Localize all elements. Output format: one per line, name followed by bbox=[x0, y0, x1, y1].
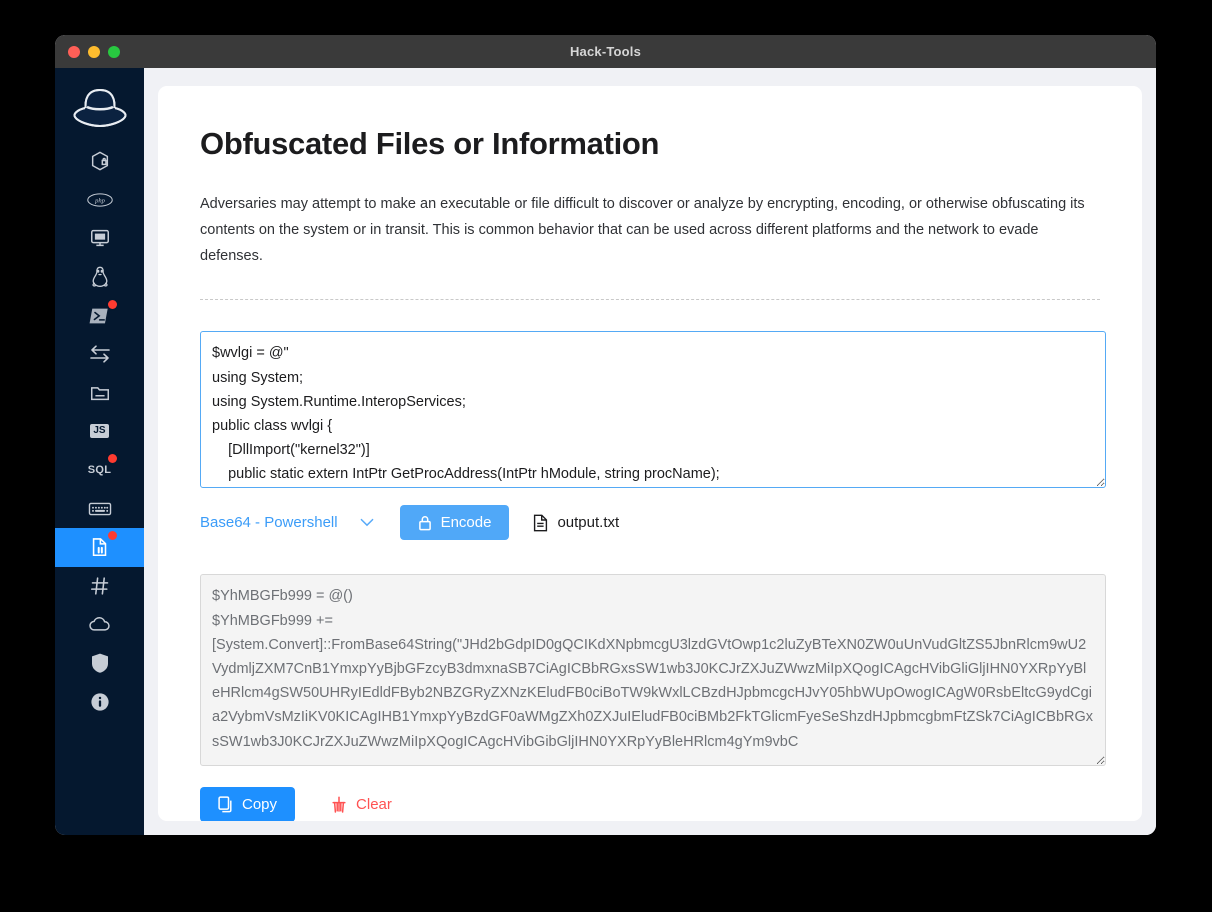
sidebar-item-package[interactable] bbox=[55, 142, 144, 181]
sidebar-item-xss[interactable]: JS bbox=[55, 412, 144, 451]
clear-button[interactable]: Clear bbox=[331, 796, 392, 813]
section-divider bbox=[200, 299, 1100, 301]
copy-icon bbox=[218, 796, 233, 813]
traffic-light-controls bbox=[55, 45, 120, 58]
encode-button-label: Encode bbox=[440, 514, 492, 532]
broom-icon bbox=[331, 796, 347, 814]
content-card: Obfuscated Files or Information Adversar… bbox=[158, 86, 1142, 821]
sidebar-item-sqli[interactable]: SQL bbox=[55, 451, 144, 490]
minimize-window-button[interactable] bbox=[88, 45, 100, 58]
sidebar-item-linux[interactable] bbox=[55, 258, 144, 297]
maximize-window-button[interactable] bbox=[108, 45, 120, 58]
window-title: Hack-Tools bbox=[569, 44, 642, 59]
lock-icon bbox=[418, 515, 432, 531]
output-file-label: output.txt bbox=[557, 514, 620, 532]
folder-icon bbox=[87, 380, 113, 406]
obfuscation-icon bbox=[87, 531, 117, 560]
sidebar-item-encoding[interactable] bbox=[55, 489, 144, 528]
shield-icon bbox=[87, 650, 113, 676]
encode-controls-row: Base64 - Powershell Encode output.txt bbox=[200, 505, 1100, 541]
sidebar-item-rce[interactable] bbox=[55, 219, 144, 258]
payload-input-textarea[interactable] bbox=[200, 331, 1106, 489]
copy-button[interactable]: Copy bbox=[200, 787, 296, 821]
info-icon bbox=[87, 689, 113, 715]
page-description: Adversaries may attempt to make an execu… bbox=[200, 196, 1085, 264]
hash-icon bbox=[87, 573, 113, 599]
monitor-icon bbox=[87, 225, 113, 251]
notification-badge bbox=[107, 454, 117, 464]
sidebar-item-shield[interactable] bbox=[55, 644, 144, 683]
sidebar-item-files[interactable] bbox=[55, 374, 144, 413]
encode-button[interactable]: Encode bbox=[399, 505, 510, 541]
chevron-down-icon bbox=[360, 518, 374, 527]
sidebar-item-about[interactable] bbox=[55, 682, 144, 721]
notification-badge bbox=[107, 531, 117, 541]
php-icon: php bbox=[86, 187, 113, 213]
black-hat-logo-icon bbox=[69, 82, 131, 134]
format-select-label: Base64 - Powershell bbox=[200, 514, 338, 532]
output-file-chip[interactable]: output.txt bbox=[533, 514, 619, 532]
powershell-icon bbox=[87, 299, 117, 329]
clear-button-label: Clear bbox=[356, 796, 392, 814]
keyboard-icon bbox=[87, 496, 113, 522]
transfer-icon bbox=[87, 341, 113, 367]
output-actions-row: Copy Clear bbox=[200, 787, 1100, 821]
notification-badge bbox=[107, 299, 117, 309]
js-icon: JS bbox=[87, 418, 113, 444]
sidebar-item-obfuscation[interactable] bbox=[55, 527, 144, 567]
file-icon bbox=[533, 514, 548, 532]
sidebar-item-hash[interactable] bbox=[55, 567, 144, 606]
linux-penguin-icon bbox=[87, 264, 113, 290]
window-body: php JS SQL Obfuscated Files or Informati… bbox=[55, 68, 1156, 835]
package-lock-icon bbox=[87, 148, 113, 174]
js-label: JS bbox=[90, 424, 109, 439]
window-titlebar: Hack-Tools bbox=[55, 35, 1156, 68]
cloud-icon bbox=[87, 611, 113, 637]
page-title: Obfuscated Files or Information bbox=[200, 126, 660, 161]
sql-icon: SQL bbox=[87, 454, 117, 483]
app-window: Hack-Tools php JS SQL Obfuscated Files o… bbox=[55, 35, 1156, 835]
content-area: Obfuscated Files or Information Adversar… bbox=[144, 68, 1156, 835]
sidebar-item-php[interactable]: php bbox=[55, 181, 144, 220]
copy-button-label: Copy bbox=[242, 796, 278, 814]
sidebar-item-cloud[interactable] bbox=[55, 605, 144, 644]
close-window-button[interactable] bbox=[68, 45, 80, 58]
sidebar-item-transfer[interactable] bbox=[55, 335, 144, 374]
sql-label: SQL bbox=[87, 464, 112, 477]
svg-text:php: php bbox=[94, 198, 106, 205]
sidebar: php JS SQL bbox=[55, 68, 144, 835]
encoded-output-textarea[interactable] bbox=[200, 574, 1106, 767]
sidebar-item-powershell[interactable] bbox=[55, 296, 144, 335]
format-select[interactable]: Base64 - Powershell bbox=[200, 514, 378, 531]
